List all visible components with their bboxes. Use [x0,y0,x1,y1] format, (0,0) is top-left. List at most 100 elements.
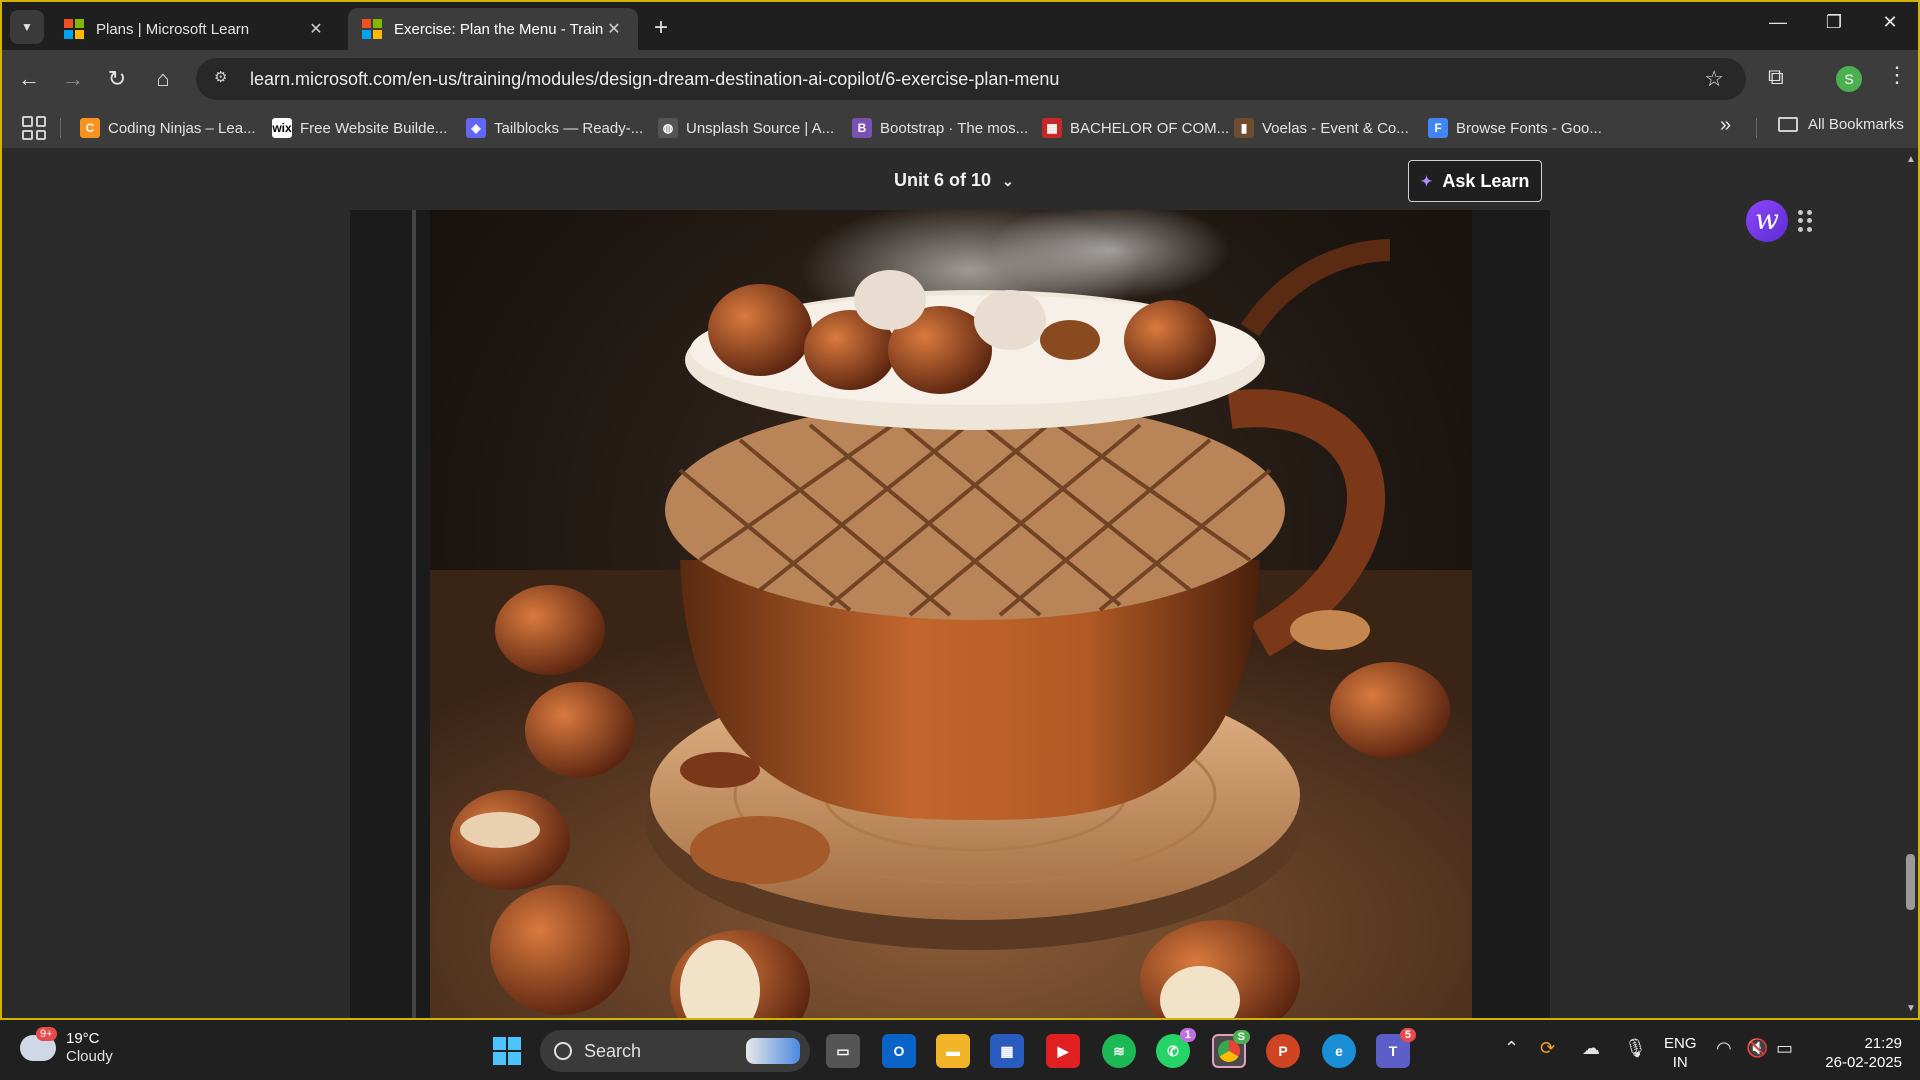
close-window-icon[interactable]: ✕ [1870,12,1910,33]
bookmark-item[interactable]: ◈ Tailblocks — Ready-... [466,116,643,140]
ask-learn-label: Ask Learn [1442,170,1530,191]
tailblocks-icon: ◈ [466,118,486,138]
home-icon[interactable]: ⌂ [148,64,178,94]
url-text: learn.microsoft.com/en-us/training/modul… [250,68,1060,89]
chevron-down-icon: ▼ [21,20,33,34]
windows-start-icon[interactable] [490,1034,524,1068]
bookmark-label: Tailblocks — Ready-... [494,119,644,137]
bookmark-item[interactable]: ▮ Voelas - Event & Co... [1234,116,1409,140]
divider [60,118,61,138]
notification-badge: 5 [1399,1028,1416,1042]
bookmark-item[interactable]: B Bootstrap · The mos... [852,116,1028,140]
vertical-scrollbar[interactable]: ▲ ▼ [1902,148,1918,1018]
ask-learn-button[interactable]: ✦ Ask Learn [1408,160,1542,202]
cloudy-weather-icon: 9+ [20,1027,57,1061]
notification-badge: 1 [1179,1028,1196,1042]
unit-navigation[interactable]: Unit 6 of 10 ⌄ [894,170,1014,191]
extensions-icon[interactable]: ⧉ [1768,64,1784,90]
clock-time: 21:29 [1864,1035,1902,1052]
battery-icon[interactable]: ▭ [1776,1038,1793,1059]
taskbar-search[interactable]: Search [540,1030,810,1072]
globe-icon: ◍ [658,118,678,138]
google-fonts-icon: F [1428,118,1448,138]
page-content: Unit 6 of 10 ⌄ ✦ Ask Learn w [2,148,1904,1018]
drag-handle-icon[interactable] [1798,210,1812,232]
weather-badge: 9+ [36,1027,57,1041]
outlook-icon[interactable]: O [882,1034,916,1068]
generated-image [430,210,1472,1018]
teams-icon[interactable]: T 5 [1376,1028,1416,1068]
bootstrap-icon: B [852,118,872,138]
whatsapp-icon[interactable]: ✆ 1 [1156,1028,1196,1068]
language-indicator[interactable]: ENG IN [1664,1034,1697,1072]
microsoft-logo-icon [362,19,382,39]
close-icon[interactable]: ✕ [604,19,624,39]
bookmark-item[interactable]: C Coding Ninjas – Lea... [80,116,256,140]
profile-avatar[interactable]: S [1836,66,1862,92]
bookmark-label: Voelas - Event & Co... [1262,119,1409,137]
wifi-icon[interactable]: ◠ [1716,1038,1732,1059]
menu-kebab-icon[interactable]: ⋮ [1886,62,1908,88]
weather-widget[interactable]: 9+ 19°C Cloudy [20,1027,113,1066]
chevron-down-icon: ⌄ [1002,173,1014,189]
minimize-icon[interactable]: — [1758,12,1798,33]
scroll-up-icon[interactable]: ▲ [1906,154,1916,165]
tab-exercise[interactable]: Exercise: Plan the Menu - Trainin ✕ [348,8,638,50]
tab-title: Plans | Microsoft Learn [96,20,250,38]
bookmark-label: Bootstrap · The mos... [880,119,1029,137]
chevron-double-right-icon[interactable]: » [1720,114,1731,137]
chevron-up-icon[interactable]: ⌃ [1504,1038,1519,1059]
bookmark-item[interactable]: ▦ BACHELOR OF COM... [1042,116,1229,140]
tab-strip: ▼ Plans | Microsoft Learn ✕ Exercise: Pl… [2,2,1918,50]
reload-icon[interactable]: ↻ [102,64,132,94]
bookmark-label: Unsplash Source | A... [686,119,835,137]
bookmark-item[interactable]: F Browse Fonts - Goo... [1428,116,1602,140]
site-info-icon[interactable]: ⚙ [214,68,236,90]
microsoft-store-icon[interactable]: ▦ [990,1034,1024,1068]
sparkle-icon: ✦ [1420,172,1433,189]
youtube-icon[interactable]: ▶ [1046,1034,1080,1068]
extension-w-logo[interactable]: w [1746,200,1788,242]
all-bookmarks-button[interactable]: All Bookmarks [1778,116,1904,133]
speaker-muted-icon[interactable]: 🔇 [1746,1038,1768,1059]
tab-search-button[interactable]: ▼ [10,10,44,44]
search-icon [554,1042,572,1060]
bookmark-item[interactable]: ◍ Unsplash Source | A... [658,116,834,140]
tab-title: Exercise: Plan the Menu - Trainin [394,20,604,38]
microsoft-logo-icon [64,19,84,39]
task-view-icon[interactable]: ▭ [826,1034,860,1068]
search-label: Search [584,1040,642,1061]
wix-icon: wix [272,118,292,138]
onedrive-cloud-icon[interactable]: ☁ [1582,1038,1600,1059]
browser-toolbar: ← → ↻ ⌂ ⚙ learn.microsoft.com/en-us/trai… [2,50,1918,108]
close-icon[interactable]: ✕ [306,19,326,39]
tab-plans[interactable]: Plans | Microsoft Learn ✕ [50,8,340,50]
unit-label: Unit 6 of 10 [894,170,992,190]
new-tab-button[interactable]: + [654,14,668,42]
bookmark-star-icon[interactable]: ☆ [1704,66,1724,92]
edge-icon[interactable]: e [1322,1034,1356,1068]
voelas-icon: ▮ [1234,118,1254,138]
microphone-muted-icon[interactable]: 🎙 [1624,1038,1647,1059]
clock-date: 26-02-2025 [1825,1054,1902,1071]
restore-icon[interactable]: ❐ [1814,12,1854,33]
file-explorer-icon[interactable]: ▬ [936,1034,970,1068]
scroll-thumb[interactable] [1906,854,1915,910]
windows-logo-icon [493,1037,521,1065]
spotify-icon[interactable]: ≋ [1102,1034,1136,1068]
bookmark-item[interactable]: wix Free Website Builde... [272,116,447,140]
coffee-cup-illustration [430,210,1472,1018]
system-clock[interactable]: 21:29 26-02-2025 [1818,1034,1902,1072]
sync-icon[interactable]: ⟳ [1540,1038,1555,1059]
bcom-icon: ▦ [1042,118,1062,138]
address-bar[interactable]: ⚙ learn.microsoft.com/en-us/training/mod… [196,58,1746,100]
scroll-down-icon[interactable]: ▼ [1906,1003,1916,1014]
apps-grid-icon[interactable] [22,116,46,140]
forward-icon[interactable]: → [58,64,88,94]
chrome-icon[interactable]: S [1212,1030,1250,1068]
language-code: ENG [1664,1035,1697,1052]
back-icon[interactable]: ← [14,64,44,94]
coding-ninjas-icon: C [80,118,100,138]
powerpoint-icon[interactable]: P [1266,1034,1300,1068]
weather-condition: Cloudy [66,1048,113,1065]
